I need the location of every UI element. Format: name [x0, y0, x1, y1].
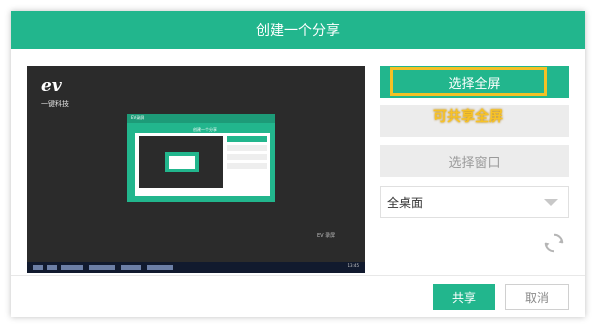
dialog-title: 创建一个分享 [11, 11, 585, 49]
preview-inner-dialog-header: 创建一个分享 [135, 126, 270, 133]
cancel-button[interactable]: 取消 [505, 284, 569, 310]
share-button[interactable]: 共享 [433, 284, 495, 310]
preview-taskbar-icon [147, 265, 173, 270]
footer-divider [11, 275, 585, 276]
select-window-button[interactable]: 选择窗口 [380, 145, 569, 177]
preview-taskbar-icon [47, 265, 57, 270]
refresh-icon[interactable] [543, 232, 565, 254]
preview-app-window: EV录屏 创建一个分享 [127, 114, 275, 202]
preview-inner-button [227, 163, 267, 169]
preview-taskbar-icon [89, 265, 115, 270]
preview-app-title: EV录屏 [131, 115, 145, 120]
preview-inner-dialog: 创建一个分享 [135, 126, 270, 196]
select-window-label: 选择窗口 [448, 155, 501, 171]
share-dialog: 创建一个分享 ev 一键科技 EV录屏 创建一个分享 EV 录屏 13:45 选… [11, 11, 585, 317]
preview-inner-button [227, 136, 267, 142]
preview-nested-window [165, 152, 199, 172]
preview-inner-button [227, 154, 267, 160]
preview-app-titlebar: EV录屏 [127, 114, 275, 123]
preview-taskbar-icon [121, 265, 141, 270]
preview-logo-subtext: 一键科技 [41, 100, 69, 108]
preview-watermark: EV 录屏 [317, 233, 336, 239]
select-fullscreen-label: 选择全屏 [448, 76, 501, 92]
preview-inner-screen [139, 136, 223, 188]
preview-inner-button [227, 145, 267, 151]
preview-taskbar: 13:45 [27, 262, 365, 273]
preview-logo: ev [41, 76, 62, 96]
chevron-down-icon [544, 199, 558, 206]
preview-taskbar-clock: 13:45 [347, 263, 359, 268]
preview-inner-dialog-title: 创建一个分享 [193, 127, 217, 132]
screen-select-value: 全桌面 [387, 195, 424, 210]
preview-taskbar-icon [61, 265, 83, 270]
screen-preview: ev 一键科技 EV录屏 创建一个分享 EV 录屏 13:45 [27, 66, 365, 273]
fullscreen-annotation: 可共享全屏 [433, 109, 503, 125]
screen-select[interactable]: 全桌面 [380, 186, 569, 218]
select-fullscreen-button[interactable]: 选择全屏 [380, 66, 569, 98]
preview-taskbar-icon [33, 265, 43, 270]
